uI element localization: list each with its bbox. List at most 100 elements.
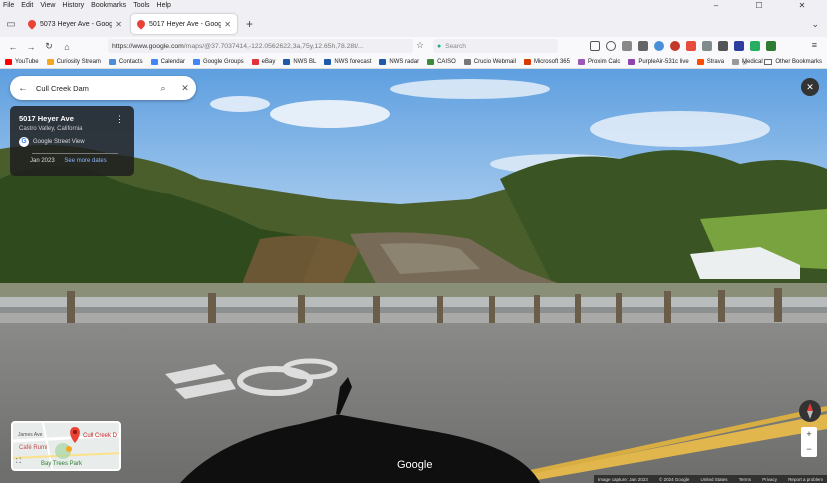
menu-edit[interactable]: Edit	[21, 2, 33, 9]
extension-dark-icon[interactable]	[718, 41, 728, 51]
address-city: Castro Valley, California	[19, 126, 83, 132]
bookmark-item[interactable]: PurpleAir-531c live	[628, 59, 689, 65]
menu-hamburger-icon[interactable]: ≡	[812, 40, 817, 50]
url-host: https://www.google.com	[112, 42, 184, 50]
menu-help[interactable]: Help	[157, 2, 171, 9]
forward-icon[interactable]: →	[22, 42, 40, 52]
new-tab-button[interactable]: +	[240, 17, 259, 31]
source-label: Google Street View	[33, 139, 85, 145]
street-view-info-card: 5017 Heyer Ave Castro Valley, California…	[10, 106, 134, 176]
close-street-view-button[interactable]: ✕	[801, 78, 819, 96]
bookmark-label: Calendar	[160, 59, 185, 65]
bookmark-item[interactable]: eBay	[251, 59, 276, 65]
tab-overview-icon[interactable]: ▭	[0, 19, 22, 30]
bookmark-favicon-icon	[283, 59, 291, 65]
extensions-icon[interactable]	[622, 41, 632, 51]
bookmark-label: Google Groups	[202, 59, 244, 65]
bookmark-label: Curiosity Stream	[56, 59, 101, 65]
bookmark-item[interactable]: NWS radar	[379, 59, 419, 65]
bookmark-favicon-icon	[108, 59, 116, 65]
privacy-link[interactable]: Privacy	[762, 477, 777, 482]
menu-tools[interactable]: Tools	[133, 2, 149, 9]
extension-badge-icon[interactable]	[734, 41, 744, 51]
menu-file[interactable]: File	[3, 2, 14, 9]
compass-needle	[807, 403, 813, 419]
bookmark-item[interactable]: Contacts	[108, 59, 143, 65]
list-tabs-icon[interactable]: ⌄	[811, 19, 819, 30]
bookmark-label: Contacts	[118, 59, 143, 65]
bookmark-item[interactable]: CAISO	[427, 59, 456, 65]
street-view[interactable]: ← Cull Creek Dam ⌕ ✕ 5017 Heyer Ave Cast…	[0, 69, 827, 483]
search-field[interactable]: ● Search	[433, 39, 558, 53]
compass-icon[interactable]	[799, 400, 821, 422]
close-tab-icon[interactable]: ✕	[224, 20, 231, 29]
bookmark-item[interactable]: NWS BL	[283, 59, 316, 65]
bookmark-item[interactable]: NWS forecast	[324, 59, 371, 65]
tab-bar: ▭ 5073 Heyer Ave - Google Maps ✕ 5017 He…	[0, 11, 827, 37]
minimap[interactable]: James Ave Cull Creek D Café Rumi Bay Tre…	[11, 421, 121, 471]
back-arrow-icon[interactable]: ←	[10, 83, 36, 94]
other-bookmarks-label: Other Bookmarks	[775, 59, 822, 65]
clear-search-icon[interactable]: ✕	[174, 83, 196, 94]
bookmark-item[interactable]: Calendar	[150, 59, 185, 65]
expand-map-icon[interactable]: ⛶	[16, 458, 25, 467]
bookmark-item[interactable]: Google Groups	[192, 59, 244, 65]
bookmark-item[interactable]: Strava	[696, 59, 724, 65]
account-icon[interactable]	[606, 41, 616, 51]
bookmark-label: eBay	[261, 59, 276, 65]
extension-blue-icon[interactable]	[654, 41, 664, 51]
menu-history[interactable]: History	[62, 2, 84, 9]
close-tab-icon[interactable]: ✕	[115, 20, 122, 29]
menu-view[interactable]: View	[40, 2, 55, 9]
back-icon[interactable]: ←	[4, 42, 22, 52]
bookmark-label: YouTube	[15, 59, 39, 65]
bookmark-item[interactable]: Crucio Webmail	[463, 59, 516, 65]
menu-bookmarks[interactable]: Bookmarks	[91, 2, 126, 9]
see-more-dates-link[interactable]: See more dates	[64, 158, 106, 164]
country-link[interactable]: United States	[701, 477, 728, 482]
search-query[interactable]: Cull Creek Dam	[36, 84, 152, 93]
date-row: Jan 2023 See more dates	[30, 158, 107, 164]
extension-gray-icon[interactable]	[702, 41, 712, 51]
search-icon[interactable]: ⌕	[152, 83, 174, 94]
pocket-icon[interactable]	[590, 41, 600, 51]
bookmark-star-icon[interactable]: ☆	[416, 40, 424, 51]
more-options-icon[interactable]: ⋮	[115, 114, 124, 125]
bookmark-item[interactable]: YouTube	[5, 59, 39, 65]
maps-pin-icon	[26, 18, 38, 30]
bookmark-item[interactable]: Curiosity Stream	[46, 59, 101, 65]
cafe-label: Café Rumi	[19, 445, 48, 451]
extension-puzzle-icon[interactable]	[766, 41, 776, 51]
bookmarks-bar: YouTube Curiosity Stream Contacts Calendar G…	[0, 56, 827, 69]
bookmark-favicon-icon	[192, 59, 200, 65]
image-capture-text: Image capture: Jan 2023	[598, 476, 648, 482]
place-label: Cull Creek D	[83, 433, 118, 439]
extension-green-icon[interactable]	[750, 41, 760, 51]
bookmark-item[interactable]: Medical	[732, 59, 763, 65]
menu-bar: File Edit View History Bookmarks Tools H…	[0, 0, 827, 11]
report-problem-link[interactable]: Report a problem	[788, 477, 823, 482]
bookmark-favicon-icon	[324, 59, 332, 65]
bookmark-item[interactable]: Proxim Calc	[577, 59, 620, 65]
zoom-in-button[interactable]: +	[801, 427, 817, 442]
extension-red-icon[interactable]	[670, 41, 680, 51]
more-bookmarks-icon[interactable]: »	[743, 58, 747, 67]
minimize-button[interactable]: –	[698, 0, 734, 11]
close-window-button[interactable]: ✕	[784, 0, 820, 11]
tab-5017-heyer[interactable]: 5017 Heyer Ave - Google Maps ✕	[131, 14, 237, 34]
home-icon[interactable]: ⌂	[58, 42, 76, 52]
copyright-text: © 2024 Google	[659, 476, 690, 482]
other-bookmarks-folder[interactable]: Other Bookmarks	[764, 59, 822, 65]
url-bar[interactable]: https://www.google.com/maps/@37.7037414,…	[108, 39, 413, 53]
reload-icon[interactable]: ↻	[40, 41, 58, 52]
bookmark-item[interactable]: Microsoft 365	[523, 59, 570, 65]
terms-link[interactable]: Terms	[739, 477, 751, 482]
zoom-out-button[interactable]: −	[801, 442, 817, 457]
tab-5073-heyer[interactable]: 5073 Heyer Ave - Google Maps ✕	[22, 14, 128, 34]
extension-pink-icon[interactable]	[686, 41, 696, 51]
maximize-button[interactable]: ☐	[741, 0, 777, 11]
maps-search-box[interactable]: ← Cull Creek Dam ⌕ ✕	[10, 76, 196, 100]
trash-icon[interactable]	[638, 41, 648, 51]
bookmark-favicon-icon	[628, 59, 636, 65]
tab-label: 5073 Heyer Ave - Google Maps	[40, 20, 113, 28]
